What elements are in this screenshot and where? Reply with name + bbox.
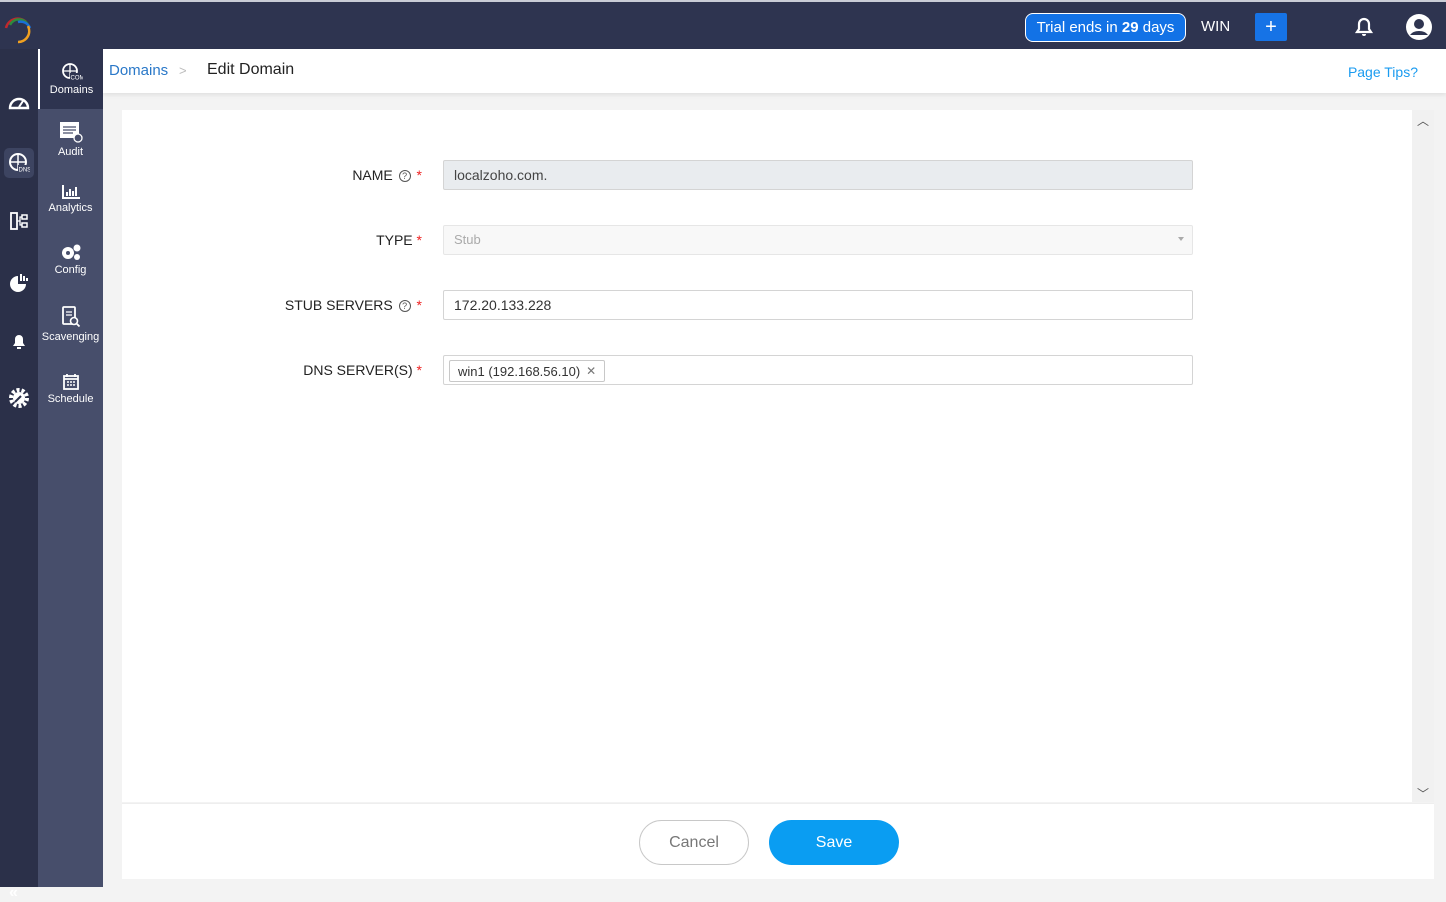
alerts-bell-icon[interactable]	[4, 326, 34, 356]
workspace-label[interactable]: WIN	[1201, 18, 1230, 35]
submenu-label: Scavenging	[41, 330, 100, 343]
name-input[interactable]: localzoho.com.	[443, 160, 1193, 190]
scroll-down-icon[interactable]: ﹀	[1417, 785, 1429, 802]
stub-servers-row: STUB SERVERS ? * 172.20.133.228	[122, 290, 1412, 321]
trial-text: Trial ends in	[1036, 19, 1122, 36]
reports-pie-icon[interactable]	[4, 268, 34, 298]
topology-icon[interactable]	[4, 206, 34, 236]
bar-chart-icon	[61, 184, 80, 199]
submenu-label: Schedule	[47, 393, 94, 405]
page-header: Domains > Edit Domain Page Tips?	[103, 49, 1446, 93]
submenu-label: Audit	[57, 145, 84, 158]
submenu-item-audit[interactable]: Audit	[38, 109, 103, 169]
svg-text:COM: COM	[70, 75, 83, 81]
main-nav-rail: DNS «	[0, 49, 38, 901]
submenu-item-scavenging[interactable]: Scavenging	[38, 289, 103, 359]
cancel-button[interactable]: Cancel	[639, 820, 749, 865]
dns-servers-row: DNS SERVER(S) * win1 (192.168.56.10) ✕	[122, 355, 1412, 386]
add-button[interactable]: +	[1255, 13, 1287, 41]
dns-globe-icon[interactable]: DNS	[4, 148, 34, 178]
submenu-item-config[interactable]: Config	[38, 229, 103, 289]
trial-days: 29	[1121, 19, 1139, 36]
dns-server-tag: win1 (192.168.56.10) ✕	[449, 360, 606, 382]
app-logo	[4, 17, 32, 44]
settings-gear-icon[interactable]	[4, 383, 34, 413]
help-icon[interactable]: ?	[398, 170, 411, 182]
svg-text:DNS: DNS	[19, 168, 31, 174]
submenu-label: Config	[54, 263, 87, 276]
scroll-up-icon[interactable]: ︿	[1417, 112, 1429, 129]
chevron-down-icon	[1178, 237, 1184, 241]
scrollbar[interactable]: ︿ ﹀	[1412, 110, 1434, 802]
dns-servers-label: DNS SERVER(S) *	[303, 362, 422, 378]
submenu-item-schedule[interactable]: Schedule	[38, 359, 103, 419]
page-title: Edit Domain	[207, 61, 295, 78]
bell-icon[interactable]	[1352, 14, 1376, 38]
dns-submenu: COM Domains Audit Analytics Config Scaven…	[38, 49, 103, 887]
type-select[interactable]: Stub	[443, 225, 1193, 255]
form-footer: Cancel Save	[122, 803, 1434, 879]
globe-com-icon: COM	[61, 62, 83, 81]
user-avatar-icon[interactable]	[1405, 13, 1433, 41]
dns-servers-multiselect[interactable]: win1 (192.168.56.10) ✕	[443, 355, 1193, 385]
name-label: NAME ? *	[352, 167, 422, 183]
top-bar: Trial ends in 29 days WIN +	[0, 0, 1446, 49]
type-row: TYPE * Stub	[122, 225, 1412, 256]
submenu-label: Analytics	[48, 201, 93, 214]
trial-suffix: days	[1138, 19, 1175, 36]
breadcrumb-domains-link[interactable]: Domains	[109, 62, 168, 79]
remove-tag-icon[interactable]: ✕	[586, 364, 596, 378]
page-tips-link[interactable]: Page Tips?	[1348, 64, 1418, 80]
submenu-item-domains[interactable]: COM Domains	[38, 49, 103, 109]
audit-icon	[59, 121, 83, 143]
submenu-label: Domains	[49, 83, 94, 96]
trial-badge[interactable]: Trial ends in 29 days	[1025, 13, 1186, 42]
calendar-icon	[62, 374, 79, 390]
doc-search-icon	[61, 305, 80, 327]
breadcrumb-separator: >	[179, 63, 187, 78]
submenu-item-analytics[interactable]: Analytics	[38, 169, 103, 229]
edit-domain-form: NAME ? * localzoho.com. TYPE * Stub STUB…	[122, 110, 1412, 802]
stub-servers-label: STUB SERVERS ? *	[284, 297, 422, 313]
type-label: TYPE *	[376, 232, 422, 248]
help-icon[interactable]: ?	[398, 300, 411, 312]
gears-icon	[61, 244, 80, 260]
save-button[interactable]: Save	[769, 820, 899, 865]
dashboard-icon[interactable]	[4, 87, 34, 117]
stub-servers-input[interactable]: 172.20.133.228	[443, 290, 1193, 320]
name-row: NAME ? * localzoho.com.	[122, 160, 1412, 191]
